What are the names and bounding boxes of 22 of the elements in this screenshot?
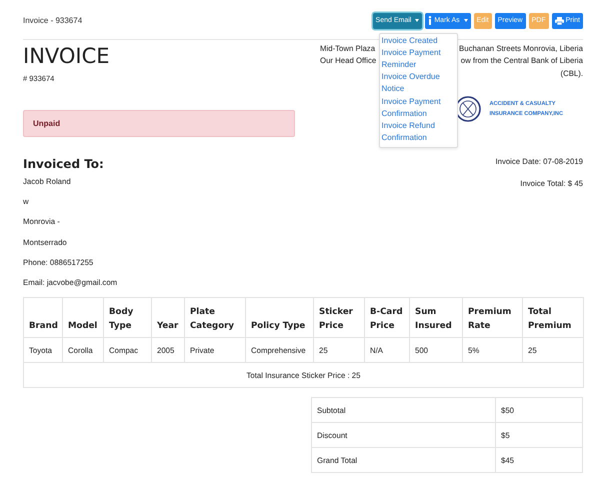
- printer-icon: [554, 16, 564, 24]
- column-header: B-Card Price: [364, 298, 410, 338]
- column-header: Sticker Price: [314, 298, 364, 338]
- column-header: Premium Rate: [462, 298, 522, 338]
- column-header: Policy Type: [246, 298, 314, 338]
- column-header: Plate Category: [184, 298, 246, 338]
- menu-item[interactable]: Invoice Refund Confirmation: [380, 120, 457, 144]
- menu-item[interactable]: Invoice Payment Reminder: [380, 46, 457, 72]
- invoice-heading: INVOICE: [23, 43, 111, 69]
- column-header: Body Type: [104, 298, 152, 338]
- column-header: Total Premium: [522, 298, 584, 338]
- status-alert: Unpaid: [23, 110, 295, 137]
- column-header: Sum Insured: [410, 298, 462, 338]
- info-icon: [428, 16, 432, 25]
- column-header: Year: [152, 298, 184, 338]
- menu-item[interactable]: Invoice Created: [380, 34, 457, 47]
- menu-item[interactable]: Invoice Payment Confirmation: [380, 96, 457, 120]
- section-title: Invoiced To:: [23, 157, 105, 171]
- page-title: Invoice - 933674: [23, 16, 82, 25]
- menu-item[interactable]: Invoice Overdue Notice: [380, 71, 457, 96]
- column-header: Brand: [24, 298, 62, 338]
- column-header: Model: [62, 298, 104, 338]
